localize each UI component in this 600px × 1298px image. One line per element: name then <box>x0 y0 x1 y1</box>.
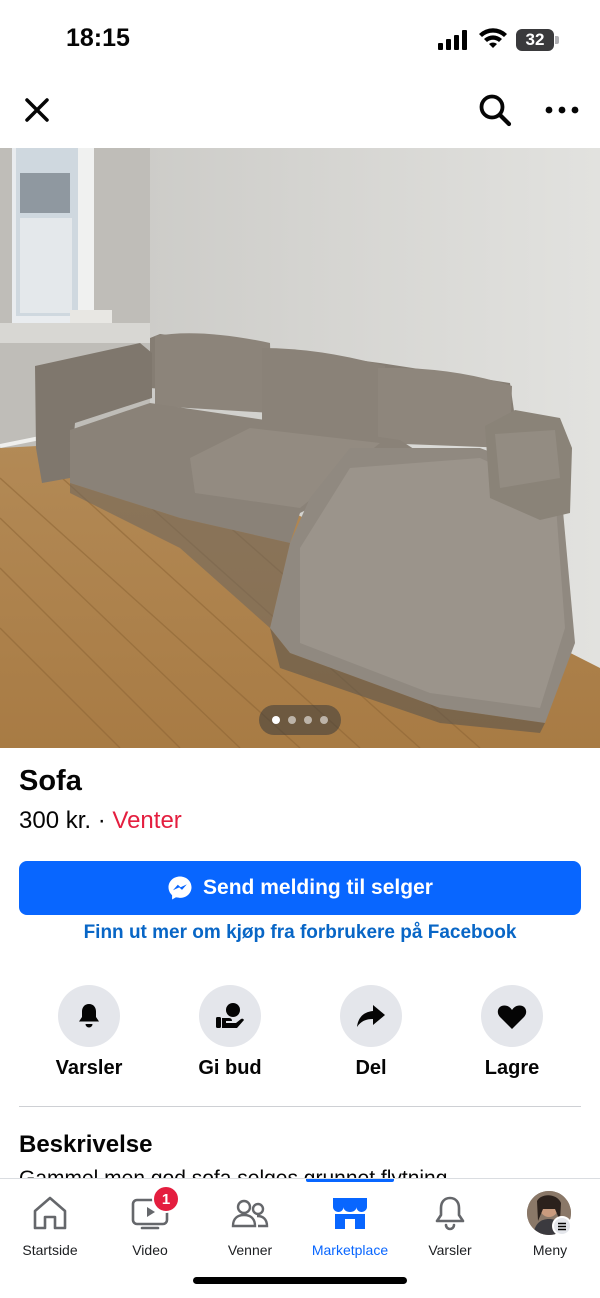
pager-dot-active <box>272 716 280 724</box>
share-label: Del <box>355 1057 387 1079</box>
share-icon <box>357 1005 385 1027</box>
tab-marketplace[interactable]: Marketplace <box>300 1179 400 1269</box>
more-button[interactable] <box>540 88 584 132</box>
tab-label: Video <box>132 1242 168 1258</box>
close-icon <box>25 98 49 122</box>
send-message-button[interactable]: Send melding til selger <box>19 861 581 915</box>
home-indicator <box>193 1277 407 1284</box>
menu-icon <box>552 1216 572 1236</box>
alerts-circle <box>58 985 120 1047</box>
heart-icon <box>497 1005 527 1029</box>
offer-icon <box>216 1003 244 1028</box>
learn-more-link[interactable]: Finn ut mer om kjøp fra forbrukere på Fa… <box>0 922 600 944</box>
tab-varsler[interactable]: Varsler <box>400 1179 500 1269</box>
search-icon <box>479 94 512 127</box>
tab-venner[interactable]: Venner <box>200 1179 300 1269</box>
home-icon <box>28 1191 72 1235</box>
listing-title: Sofa <box>19 765 82 797</box>
more-icon <box>545 106 579 114</box>
friends-icon <box>228 1191 272 1235</box>
save-circle <box>481 985 543 1047</box>
tab-label: Marketplace <box>311 1242 389 1258</box>
tab-startside[interactable]: Startside <box>0 1179 100 1269</box>
battery-cap <box>555 36 559 44</box>
tab-meny[interactable]: Meny <box>500 1179 600 1269</box>
action-row: Varsler Gi bud Del Lagre <box>0 985 600 1085</box>
share-action[interactable]: Del <box>311 985 431 1085</box>
tab-label: Varsler <box>428 1242 472 1258</box>
price-line: 300 kr. · Venter <box>19 807 182 835</box>
tab-label: Venner <box>227 1242 273 1258</box>
price-separator: · <box>97 807 106 834</box>
save-action[interactable]: Lagre <box>452 985 572 1085</box>
search-button[interactable] <box>473 88 517 132</box>
share-circle <box>340 985 402 1047</box>
divider <box>19 1106 581 1107</box>
listing-photo[interactable] <box>0 148 600 748</box>
bell-icon <box>428 1191 472 1235</box>
signal-icon <box>438 30 467 50</box>
description-text: Gammel men god sofa selges grunnet flytn… <box>19 1167 448 1179</box>
video-badge: 1 <box>152 1185 180 1213</box>
tab-label: Startside <box>22 1242 78 1258</box>
close-button[interactable] <box>15 88 59 132</box>
pager-dot <box>304 716 312 724</box>
battery-icon: 32 <box>516 29 554 51</box>
offer-action[interactable]: Gi bud <box>170 985 290 1085</box>
pager-dot <box>288 716 296 724</box>
sofa-photo <box>0 148 600 748</box>
save-label: Lagre <box>484 1057 540 1079</box>
messenger-icon <box>168 876 192 900</box>
listing-price: 300 kr. <box>19 807 92 834</box>
listing-status: Venter <box>112 807 182 834</box>
status-bar: 18:15 32 <box>0 0 600 80</box>
marketplace-icon <box>328 1191 372 1235</box>
tab-video[interactable]: 1 Video <box>100 1179 200 1269</box>
tab-label: Meny <box>532 1242 568 1258</box>
wifi-icon <box>479 28 507 48</box>
offer-circle <box>199 985 261 1047</box>
description-heading: Beskrivelse <box>19 1131 153 1158</box>
send-message-label: Send melding til selger <box>203 876 433 899</box>
alerts-action[interactable]: Varsler <box>29 985 149 1085</box>
offer-label: Gi bud <box>198 1057 262 1079</box>
status-time: 18:15 <box>66 24 130 52</box>
top-nav <box>0 80 600 148</box>
alerts-label: Varsler <box>55 1057 123 1079</box>
bell-icon <box>79 1004 99 1028</box>
pager-dot <box>320 716 328 724</box>
photo-pager[interactable] <box>259 705 341 735</box>
